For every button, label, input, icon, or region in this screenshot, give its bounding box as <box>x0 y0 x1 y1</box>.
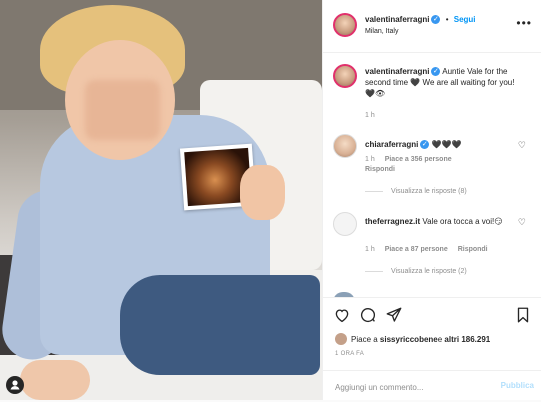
replies-divider-line <box>365 190 383 192</box>
like-heart-icon[interactable] <box>333 306 351 324</box>
view-replies-button[interactable]: Visualizza le risposte (8) <box>365 188 467 195</box>
comment-bubble-icon[interactable] <box>359 306 377 324</box>
view-replies-label[interactable]: Visualizza le risposte (2) <box>391 268 467 275</box>
comment-time[interactable]: 1 h <box>365 156 375 163</box>
liked-by-user[interactable]: sissyriccobene <box>380 335 438 344</box>
add-comment-bar: Pubblica <box>323 370 541 402</box>
publish-button[interactable]: Pubblica <box>501 381 534 390</box>
caption-time[interactable]: 1 h <box>365 112 375 119</box>
post-sidebar: valentinaferragni ✓ • Segui Milan, Italy … <box>322 0 541 400</box>
comment-meta: 1 h Piace a 87 persone Rispondi <box>365 246 496 253</box>
comment-likes-count[interactable]: Piace a 356 persone <box>385 156 452 163</box>
photo-child-hand-lower <box>20 360 90 400</box>
comment-time[interactable]: 1 h <box>365 246 375 253</box>
comment-likes-count[interactable]: Piace a 87 persone <box>385 246 448 253</box>
post-location[interactable]: Milan, Italy <box>365 28 398 35</box>
comment-username[interactable]: chiaraferragni <box>365 140 418 149</box>
caption-text-block: valentinaferragni ✓ Auntie Vale for the s… <box>365 66 520 99</box>
comment-text: Vale ora tocca a voi!😏 <box>422 217 503 226</box>
comment-username[interactable]: theferragnez.it <box>365 217 420 226</box>
comment-avatar[interactable] <box>333 134 357 158</box>
verified-icon: ✓ <box>431 15 441 24</box>
comment-text: 🖤🖤🖤 <box>431 140 462 149</box>
comment-meta: 1 h Piace a 356 persone <box>365 156 460 163</box>
comment-like-heart-icon[interactable]: ♡ <box>518 140 526 151</box>
comment-text-block: theferragnez.it Vale ora tocca a voi!😏 <box>365 216 520 227</box>
comments-section: valentinaferragni ✓ Auntie Vale for the s… <box>323 52 541 297</box>
verified-icon: ✓ <box>431 67 441 76</box>
comment-input[interactable] <box>333 379 487 395</box>
author-avatar[interactable] <box>333 13 357 37</box>
liked-by-row: Piace a sissyriccobene e altri 186.291 <box>335 333 490 345</box>
liked-by-others[interactable]: altri 186.291 <box>444 335 490 344</box>
reply-button[interactable]: Rispondi <box>458 246 488 253</box>
caption-username[interactable]: valentinaferragni <box>365 67 429 76</box>
photo-child-hand <box>240 165 285 220</box>
comment-avatar[interactable] <box>333 212 357 236</box>
verified-icon: ✓ <box>420 140 430 149</box>
liked-by-middle: e <box>437 334 443 344</box>
liker-avatar[interactable] <box>335 333 347 345</box>
post-actions: Piace a sissyriccobene e altri 186.291 1… <box>323 297 541 401</box>
comment-like-heart-icon[interactable]: ♡ <box>518 217 526 228</box>
comment-text-block: chiaraferragni ✓ 🖤🖤🖤 <box>365 139 520 150</box>
author-name-row: valentinaferragni ✓ • Segui <box>365 15 476 24</box>
comment-reply-row: Rispondi <box>365 166 403 173</box>
caption-meta: 1 h <box>365 112 383 119</box>
follow-button[interactable]: Segui <box>454 15 476 24</box>
post-photo[interactable] <box>0 0 322 400</box>
post-timestamp[interactable]: 1 ORA FA <box>335 351 364 357</box>
photo-child-jeans <box>120 275 320 375</box>
separator-dot: • <box>445 15 449 24</box>
bookmark-icon[interactable] <box>514 306 532 324</box>
replies-divider-line <box>365 270 383 272</box>
person-icon[interactable] <box>6 376 24 394</box>
author-username[interactable]: valentinaferragni <box>365 15 429 24</box>
share-send-icon[interactable] <box>385 306 403 324</box>
post-header: valentinaferragni ✓ • Segui Milan, Italy … <box>323 0 541 53</box>
more-horizontal-icon[interactable]: ••• <box>516 16 532 30</box>
reply-button[interactable]: Rispondi <box>365 166 395 173</box>
photo-face-blur <box>85 80 160 140</box>
view-replies-label[interactable]: Visualizza le risposte (8) <box>391 188 467 195</box>
view-replies-button[interactable]: Visualizza le risposte (2) <box>365 268 467 275</box>
liked-by-prefix: Piace a <box>351 334 378 344</box>
caption-avatar[interactable] <box>333 64 357 88</box>
